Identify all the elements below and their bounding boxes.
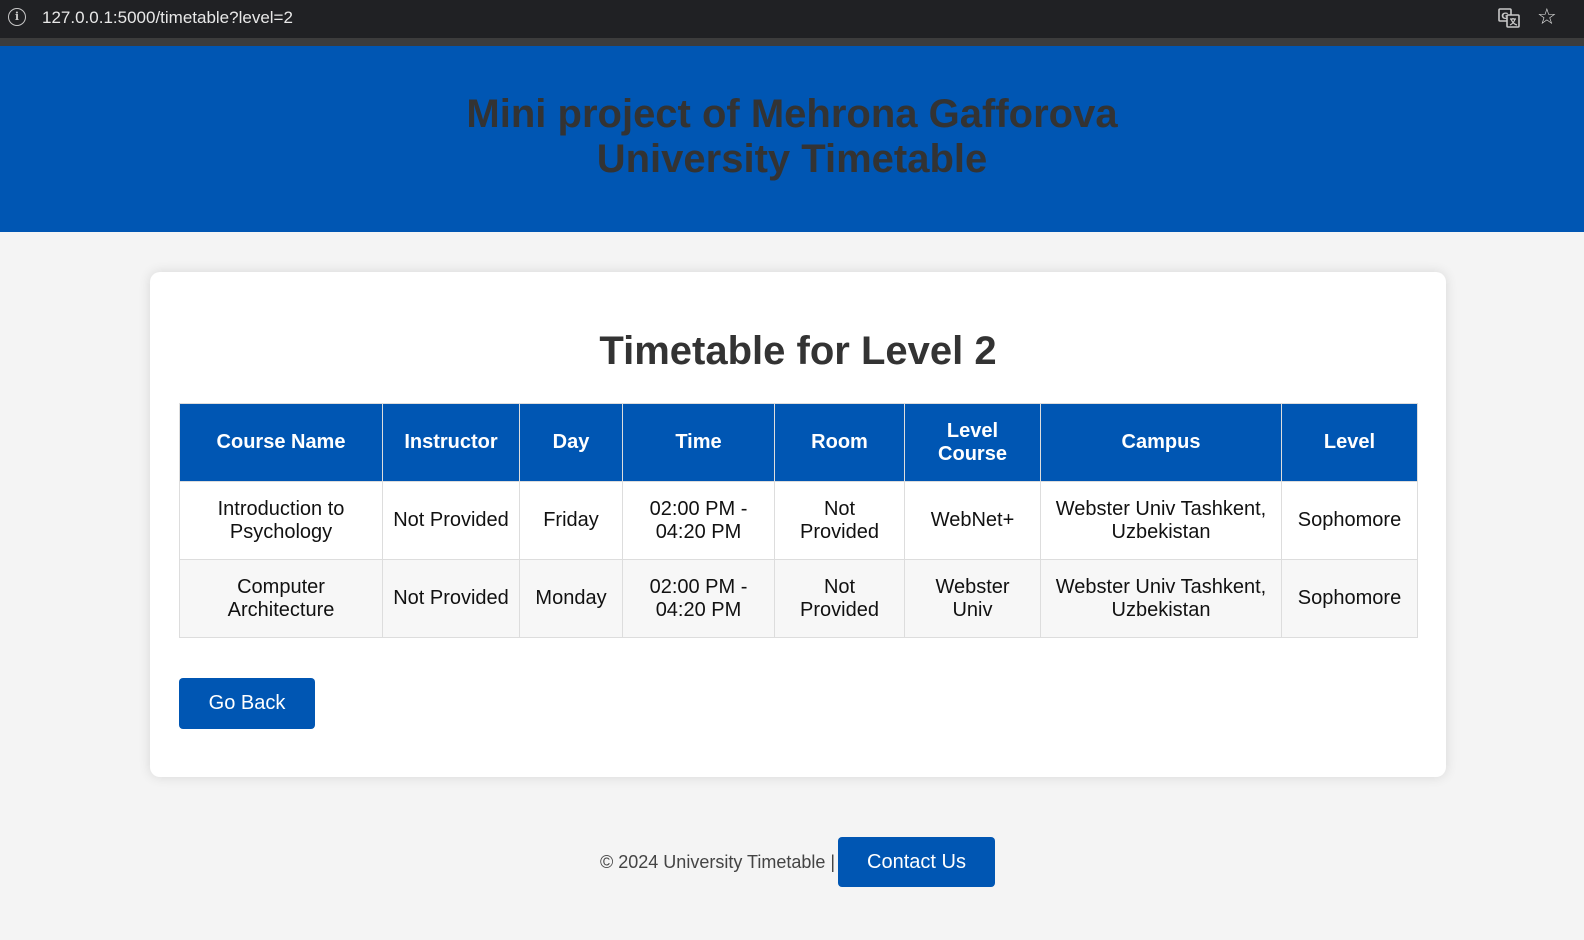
site-title-line1: Mini project of Mehrona Gafforova: [466, 92, 1118, 136]
table-cell: 02:00 PM - 04:20 PM: [622, 481, 775, 560]
table-cell: 02:00 PM - 04:20 PM: [622, 559, 775, 638]
page-title: Timetable for Level 2: [599, 329, 997, 373]
column-header: Level: [1281, 403, 1418, 482]
site-header: Mini project of Mehrona Gafforova Univer…: [0, 46, 1584, 232]
table-cell: Friday: [519, 481, 623, 560]
address-bar-url[interactable]: 127.0.0.1:5000/timetable?level=2: [42, 8, 293, 28]
table-cell: Not Provided: [382, 559, 520, 638]
info-icon[interactable]: i: [8, 8, 26, 26]
column-header: Instructor: [382, 403, 520, 482]
timetable-card: Timetable for Level 2 Course Name Instru…: [150, 272, 1446, 777]
toolbar-divider: [0, 38, 1584, 46]
column-header: Course Name: [179, 403, 383, 482]
column-header: Campus: [1040, 403, 1282, 482]
table-cell: Sophomore: [1281, 559, 1418, 638]
table-cell: WebNet+: [904, 481, 1041, 560]
browser-toolbar: i 127.0.0.1:5000/timetable?level=2 G ☆: [0, 0, 1584, 46]
contact-us-button[interactable]: Contact Us: [838, 837, 995, 887]
footer-copyright: © 2024 University Timetable |: [600, 852, 836, 872]
table-cell: Monday: [519, 559, 623, 638]
table-cell: Not Provided: [382, 481, 520, 560]
column-header: Room: [774, 403, 905, 482]
bookmark-star-icon[interactable]: ☆: [1537, 4, 1557, 30]
table-cell: Webster Univ Tashkent, Uzbekistan: [1040, 481, 1282, 560]
timetable-table: Course Name Instructor Day Time Room Lev…: [179, 403, 1418, 638]
site-title: Mini project of Mehrona Gafforova Univer…: [0, 92, 1584, 182]
table-header-row: Course Name Instructor Day Time Room Lev…: [179, 403, 1418, 482]
column-header: Day: [519, 403, 623, 482]
site-title-line2: University Timetable: [596, 137, 988, 181]
table-cell: Sophomore: [1281, 481, 1418, 560]
table-cell: Not Provided: [774, 559, 905, 638]
table-row: Introduction to Psychology Not Provided …: [179, 481, 1418, 560]
column-header: Time: [622, 403, 775, 482]
translate-icon[interactable]: G: [1498, 7, 1520, 29]
table-cell: Not Provided: [774, 481, 905, 560]
table-cell: Webster Univ Tashkent, Uzbekistan: [1040, 559, 1282, 638]
column-header: Level Course: [904, 403, 1041, 482]
go-back-button[interactable]: Go Back: [179, 678, 315, 729]
table-row: Computer Architecture Not Provided Monda…: [179, 559, 1418, 638]
table-cell: Webster Univ: [904, 559, 1041, 638]
table-cell: Introduction to Psychology: [179, 481, 383, 560]
table-cell: Computer Architecture: [179, 559, 383, 638]
